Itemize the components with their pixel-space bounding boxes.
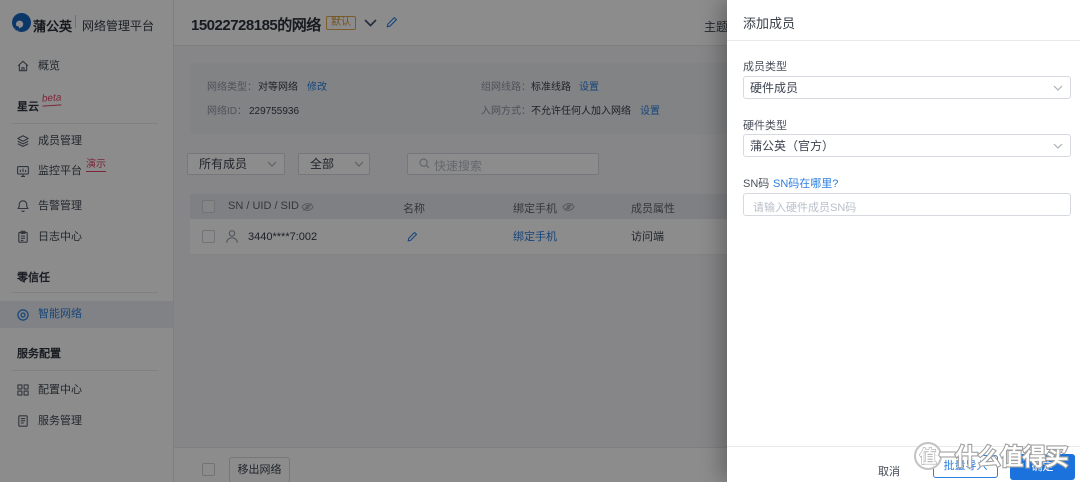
svg-text:什么值得买: 什么值得买 [955, 444, 1068, 470]
svg-text:值: 值 [920, 447, 937, 467]
